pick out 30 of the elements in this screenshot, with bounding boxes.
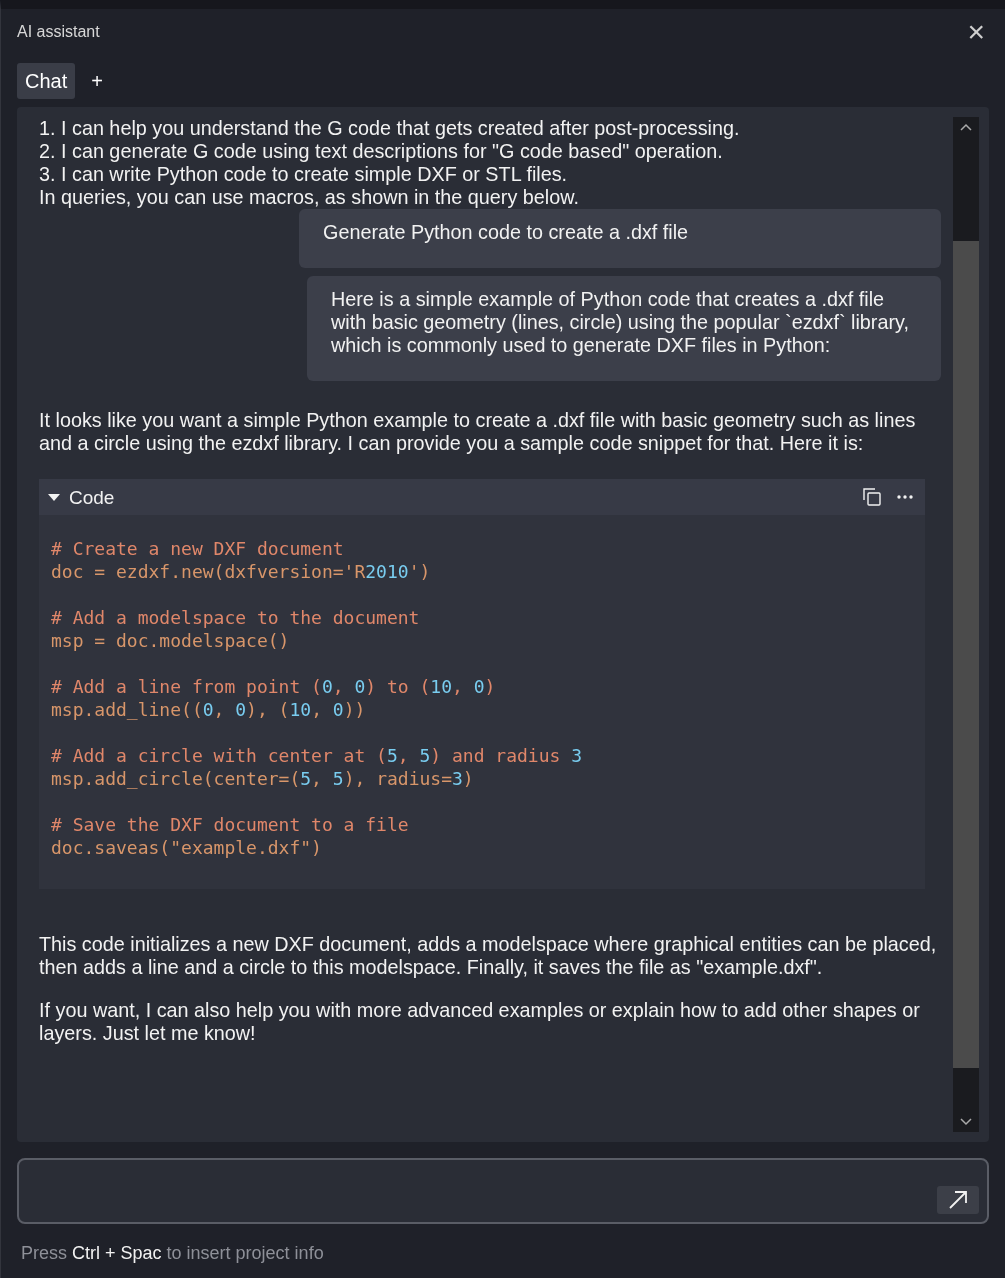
- code-line: # Add a modelspace to the document: [51, 606, 421, 629]
- close-button[interactable]: ×: [963, 17, 989, 47]
- assistant-message: This code initializes a new DXF document, adds a modelspace where graphical entities can be placed, then adds a line and a circle to this modelspace. Finally, it saves the file as "example.dxf".: [39, 933, 938, 979]
- code-line: doc.saveas("example.dxf"): [51, 836, 323, 859]
- code-line: # Add a line from point (0, 0) to (10, 0): [51, 675, 497, 698]
- send-button[interactable]: [937, 1186, 979, 1214]
- arrow-icon: [948, 1190, 968, 1210]
- message-input[interactable]: [17, 1158, 989, 1224]
- code-line: # Save the DXF document to a file: [51, 813, 410, 836]
- hint-text: Press Ctrl + Spac to insert project info: [21, 1242, 325, 1265]
- assistant-message: It looks like you want a simple Python example to create a .dxf file with basic geometry such as lines and a circle using the ezdxf library. I can provide you a sample code snippet for that. Here it is:: [39, 409, 917, 455]
- code-line: # Add a circle with center at (5, 5) and radius 3: [51, 744, 584, 767]
- chat-tab[interactable]: Chat: [17, 63, 76, 99]
- scrollbar[interactable]: [953, 117, 979, 1132]
- new-tab-button[interactable]: +: [83, 63, 111, 99]
- window-title: AI assistant: [17, 22, 100, 42]
- code-line: msp = doc.modelspace(): [51, 629, 291, 652]
- more-icon[interactable]: [897, 495, 913, 499]
- assistant-message: If you want, I can also help you with more advanced examples or explain how to add other shapes or layers. Just let me know!: [39, 999, 921, 1045]
- code-line: # Create a new DXF document: [51, 537, 345, 560]
- user-message: Generate Python code to create a .dxf file: [299, 209, 941, 268]
- assistant-message: 1. I can help you understand the G code that gets created after post-processing. 2. I can generate G code using text descriptions for "G code based" operation. 3. I can write Python code to create simple DXF or STL files. In queries, you can use macros, as shown in the query below.: [39, 117, 741, 209]
- code-title: Code: [69, 485, 115, 509]
- copy-icon[interactable]: [863, 488, 881, 506]
- scroll-down-icon[interactable]: [960, 1118, 972, 1126]
- code-line: msp.add_line((0, 0), (10, 0)): [51, 698, 367, 721]
- code-line: msp.add_circle(center=(5, 5), radius=3): [51, 767, 475, 790]
- scroll-up-icon[interactable]: [960, 123, 972, 131]
- code-line: doc = ezdxf.new(dxfversion='R2010'): [51, 560, 432, 583]
- user-message: Here is a simple example of Python code that creates a .dxf file with basic geometry (lines, circle) using the popular `ezdxf` library, which is commonly used to generate DXF files in Python:: [307, 276, 941, 381]
